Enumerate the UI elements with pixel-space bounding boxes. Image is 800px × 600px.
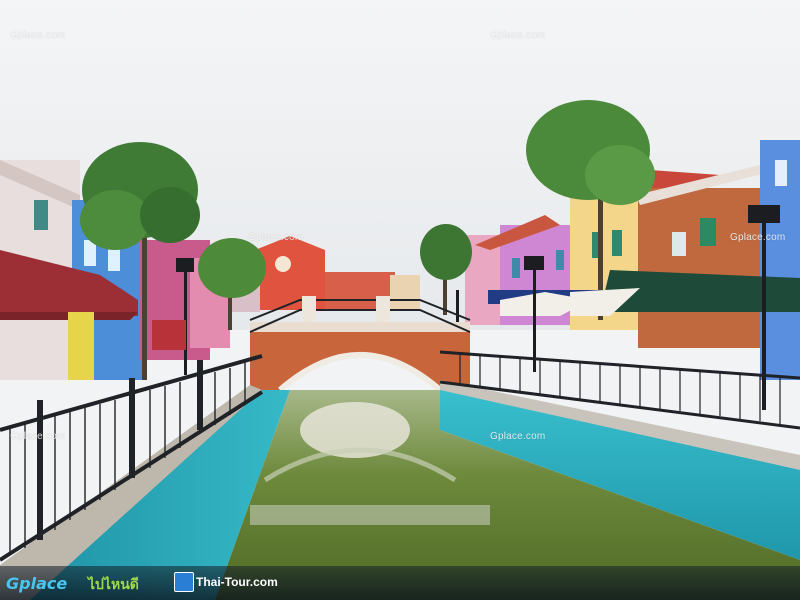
canal-bridge-photo xyxy=(0,0,800,600)
watermark-mid-left: Gplace.com xyxy=(10,431,66,442)
yellow-sign xyxy=(68,312,94,380)
watermark-top-left: Gplace.com xyxy=(10,30,66,41)
thai-tour-logo-icon xyxy=(174,572,194,592)
footer-logo-bar: Gplace ไปไหนดี Thai-Tour.com xyxy=(0,566,800,600)
watermark-top-center: Gplace.com xyxy=(490,30,546,41)
watermark-right-building: Gplace.com xyxy=(730,232,786,243)
watermark-bridge: Gplace.com xyxy=(248,232,304,243)
watermark-mid-center: Gplace.com xyxy=(490,431,546,442)
thai-tour-logo: Thai-Tour.com xyxy=(196,575,278,589)
thai-logo: ไปไหนดี xyxy=(88,577,139,593)
photo-scene: Gplace.com Gplace.com Gplace.com Gplace.… xyxy=(0,0,800,600)
gplace-logo: Gplace xyxy=(6,574,68,593)
red-sign xyxy=(152,320,186,350)
